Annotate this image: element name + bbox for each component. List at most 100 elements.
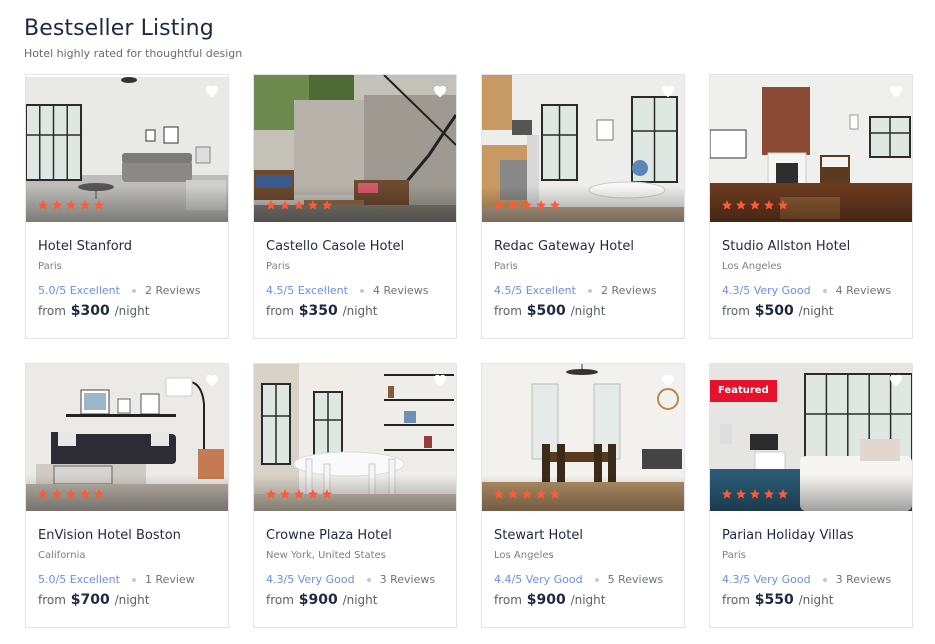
listing-card[interactable]: Castello Casole Hotel Paris 4.5/5 Excellen… (253, 74, 457, 339)
star-icon (764, 489, 774, 499)
star-icon (750, 489, 760, 499)
listing-name[interactable]: Redac Gateway Hotel (494, 239, 672, 255)
listing-name[interactable]: Studio Allston Hotel (722, 239, 900, 255)
listing-location: Los Angeles (722, 261, 782, 272)
separator-dot (366, 578, 371, 582)
listing-body: Parian Holiday Villas Paris 4.3/5 Very Goo… (710, 511, 912, 608)
star-icon (736, 200, 746, 210)
listing-card[interactable]: Stewart Hotel Los Angeles 4.4/5 Very Good 5… (481, 363, 685, 628)
heart-icon[interactable] (204, 372, 220, 387)
rating-row: 4.3/5 Very Good 3 Reviews (266, 573, 444, 587)
listing-photo[interactable] (254, 364, 456, 511)
price-amount: $900 (526, 592, 566, 608)
star-icon (550, 489, 560, 499)
star-rating (37, 199, 105, 211)
separator-dot (822, 289, 827, 293)
heart-icon[interactable] (660, 372, 676, 387)
rating-row: 4.3/5 Very Good 4 Reviews (722, 284, 900, 298)
rating-score: 4.3/5 Very Good (722, 573, 811, 586)
star-rating (265, 488, 333, 500)
heart-icon[interactable] (432, 372, 448, 387)
listing-location: Los Angeles (494, 550, 554, 561)
star-icon (522, 489, 532, 499)
price-row: from $350 /night (266, 303, 444, 319)
price-prefix: from (722, 593, 750, 607)
price-prefix: from (38, 593, 66, 607)
listing-photo[interactable] (26, 364, 228, 511)
price-unit: /night (114, 593, 150, 607)
star-icon (778, 489, 788, 499)
heart-icon[interactable] (888, 83, 904, 98)
listing-card[interactable]: EnVision Hotel Boston California 5.0/5 Exc… (25, 363, 229, 628)
star-rating (493, 199, 561, 211)
section-subtitle: Hotel highly rated for thoughtful design (24, 47, 243, 60)
price-row: from $300 /night (38, 303, 216, 319)
star-icon (80, 200, 90, 210)
review-count: 3 Reviews (835, 573, 892, 586)
listing-body: Stewart Hotel Los Angeles 4.4/5 Very Good 5… (482, 511, 684, 608)
review-count: 2 Reviews (600, 284, 657, 297)
listing-photo[interactable] (26, 75, 228, 222)
review-count: 4 Reviews (835, 284, 892, 297)
price-row: from $900 /night (266, 592, 444, 608)
star-icon (66, 200, 76, 210)
listing-name[interactable]: Castello Casole Hotel (266, 239, 444, 255)
listing-body: Crowne Plaza Hotel New York, United State… (254, 511, 456, 608)
listing-name[interactable]: Stewart Hotel (494, 528, 672, 544)
listing-card[interactable]: Studio Allston Hotel Los Angeles 4.3/5 Ver… (709, 74, 913, 339)
listing-body: Castello Casole Hotel Paris 4.5/5 Excellen… (254, 222, 456, 319)
star-icon (536, 200, 546, 210)
star-icon (94, 489, 104, 499)
star-rating (721, 199, 789, 211)
star-icon (322, 489, 332, 499)
star-icon (38, 200, 48, 210)
price-amount: $700 (70, 592, 110, 608)
star-icon (280, 200, 290, 210)
separator-dot (587, 289, 592, 293)
price-amount: $550 (754, 592, 794, 608)
star-icon (80, 489, 90, 499)
heart-icon[interactable] (432, 83, 448, 98)
heart-icon[interactable] (660, 83, 676, 98)
heart-icon[interactable] (888, 372, 904, 387)
price-prefix: from (494, 304, 522, 318)
listing-photo[interactable] (710, 75, 912, 222)
star-rating (37, 488, 105, 500)
review-count: 3 Reviews (379, 573, 436, 586)
star-icon (494, 200, 504, 210)
listing-location: Paris (722, 550, 746, 561)
section-header: Bestseller Listing Hotel highly rated fo… (24, 14, 242, 61)
listing-name[interactable]: EnVision Hotel Boston (38, 528, 216, 544)
price-amount: $500 (754, 303, 794, 319)
heart-icon[interactable] (204, 83, 220, 98)
listing-photo[interactable]: Featured (710, 364, 912, 511)
rating-score: 4.3/5 Very Good (266, 573, 355, 586)
listing-grid: Hotel Stanford Paris 5.0/5 Excellent 2 Revi… (25, 74, 913, 629)
star-icon (778, 200, 788, 210)
listing-card[interactable]: Hotel Stanford Paris 5.0/5 Excellent 2 Revi… (25, 74, 229, 339)
rating-row: 5.0/5 Excellent 1 Review (38, 573, 216, 587)
separator-dot (131, 289, 136, 293)
listing-photo[interactable] (482, 364, 684, 511)
star-rating (493, 488, 561, 500)
featured-badge: Featured (710, 380, 777, 402)
price-unit: /night (570, 304, 606, 318)
listing-name[interactable]: Crowne Plaza Hotel (266, 528, 444, 544)
listing-photo[interactable] (482, 75, 684, 222)
listing-name[interactable]: Hotel Stanford (38, 239, 216, 255)
listing-card[interactable]: Crowne Plaza Hotel New York, United State… (253, 363, 457, 628)
separator-dot (594, 578, 599, 582)
star-icon (308, 489, 318, 499)
review-count: 1 Review (144, 573, 195, 586)
listing-name[interactable]: Parian Holiday Villas (722, 528, 900, 544)
listing-location: Paris (266, 261, 290, 272)
listing-body: Hotel Stanford Paris 5.0/5 Excellent 2 Revi… (26, 222, 228, 319)
rating-score: 4.5/5 Excellent (266, 284, 348, 297)
listing-card[interactable]: Featured Parian Holiday Villas Paris 4.3/5 … (709, 363, 913, 628)
listing-photo[interactable] (254, 75, 456, 222)
star-icon (722, 200, 732, 210)
price-prefix: from (38, 304, 66, 318)
listing-card[interactable]: Redac Gateway Hotel Paris 4.5/5 Excellent 2… (481, 74, 685, 339)
rating-score: 4.5/5 Excellent (494, 284, 576, 297)
star-rating (265, 199, 333, 211)
